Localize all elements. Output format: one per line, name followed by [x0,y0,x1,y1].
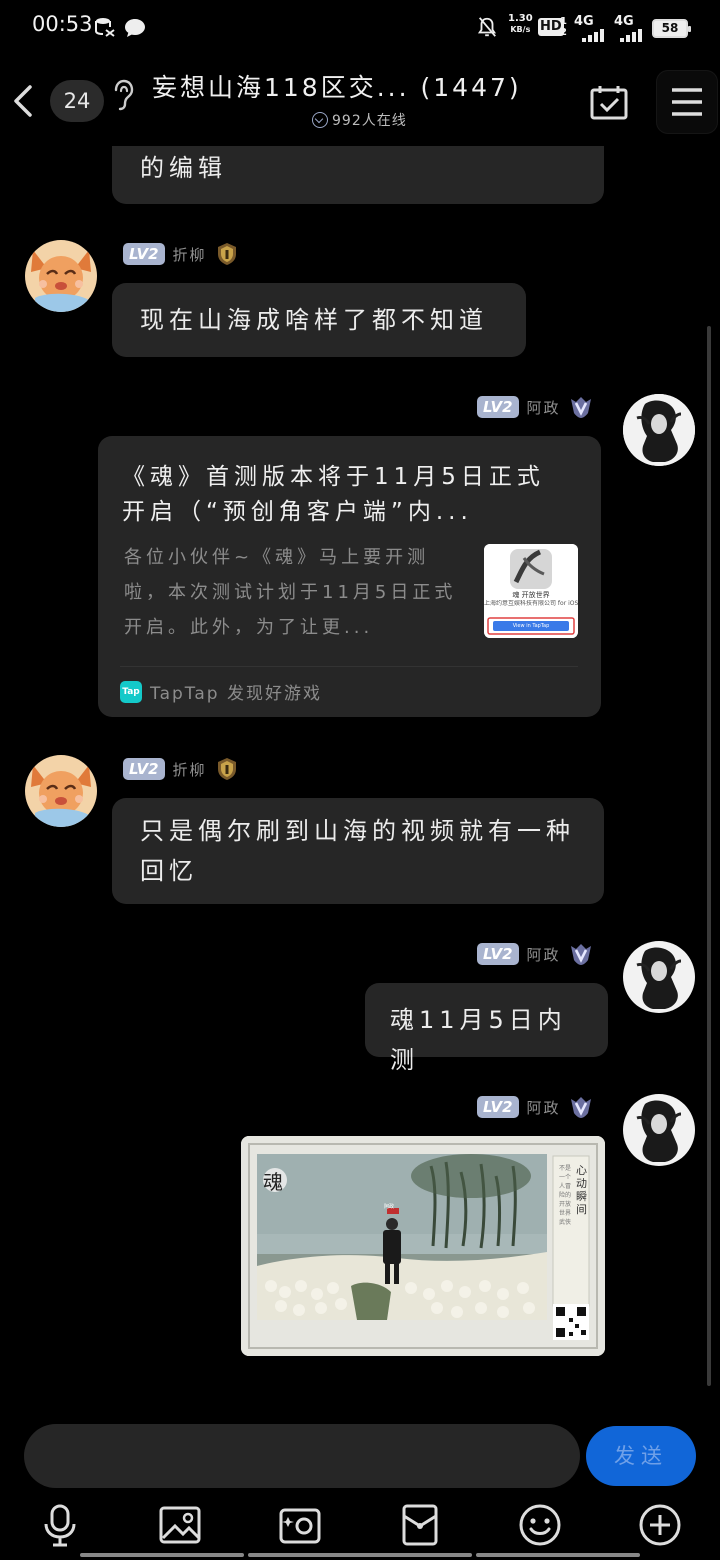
hamburger-icon [672,88,702,116]
message-bubble[interactable]: 的编辑 [112,146,604,204]
level-badge: LV2 [123,758,165,780]
link-card-description: 各位小伙伴~《魂》马上要开测啦，本次测试计划于11月5日正式开启。此外，为了让更… [124,547,457,638]
game-side-title: 心动瞬间 [576,1164,587,1216]
camera-icon[interactable] [277,1502,323,1548]
battery-indicator: 58 [652,19,691,38]
taptap-logo-icon: Tap [120,680,142,703]
image-message[interactable]: 魂 心动瞬间 不是一个人冒险的开放世界武侠 阿政 [241,1136,605,1356]
chat-bubble-icon [125,19,145,37]
chevron-down-icon[interactable] [312,112,328,128]
rank-v-badge-icon [570,1097,591,1118]
signal-1-icon [582,29,604,42]
sender-nickname[interactable]: 折柳 [173,759,207,780]
sender-nickname[interactable]: 折柳 [173,244,207,265]
online-count: 992人在线 [312,110,407,130]
nav-indicator [80,1553,244,1557]
avatar[interactable] [623,941,695,1013]
group-title: 妄想山海118区交... (1447) [152,73,522,102]
avatar[interactable] [623,1094,695,1166]
menu-button[interactable] [656,70,718,134]
link-card-source: Tap TapTap 发现好游戏 [120,679,322,704]
game-screenshot-image [241,1136,605,1356]
level-badge: LV2 [477,396,519,418]
rank-v-badge-icon [570,397,591,418]
link-card-title: 《魂》首测版本将于11月5日正式开启（“预创角客户端”内... [122,464,545,525]
level-badge: LV2 [477,1096,519,1118]
signal-2-icon [620,29,642,42]
avatar[interactable] [25,755,97,827]
red-packet-icon[interactable] [397,1502,443,1548]
image-icon[interactable] [157,1502,203,1548]
data-saver-icon [95,18,115,37]
level-badge: LV2 [123,243,165,265]
send-button[interactable]: 发送 [586,1426,696,1486]
network-speed: 1.30 KB/s [508,13,533,34]
sender-row: LV2 阿政 [477,941,593,967]
level-badge: LV2 [477,943,519,965]
rank-shield-icon [217,758,236,780]
sender-row: LV2 阿政 [477,1094,593,1120]
link-card-thumbnail: 魂 开放世界 上海约意互娱科技有限公司 for iOS View in TapT… [484,544,578,638]
link-card[interactable]: 《魂》首测版本将于11月5日正式开启（“预创角客户端”内... 各位小伙伴~《魂… [98,436,601,717]
sender-row: LV2 折柳 [123,241,239,267]
unread-badge[interactable]: 24 [50,80,104,122]
avatar-fox-image [25,755,97,827]
nav-indicator [248,1553,472,1557]
game-side-text: 不是一个人冒险的开放世界武侠 [559,1165,572,1226]
microphone-icon[interactable] [37,1502,83,1548]
view-in-taptap-button: View in TapTap [512,623,550,629]
rank-shield-icon [217,243,236,265]
message-input[interactable] [24,1424,580,1488]
avatar[interactable] [25,240,97,312]
status-time: 00:53 [32,12,93,36]
plus-icon[interactable] [637,1502,683,1548]
message-bubble[interactable]: 只是偶尔刷到山海的视频就有一种回忆 [112,798,604,904]
divider [120,666,578,667]
rank-v-badge-icon [570,944,591,965]
message-bubble[interactable]: 魂11月5日内测 [365,983,608,1074]
message-list[interactable]: 的编辑 LV2 折柳 现在山海成啥样了都不知道 LV2 阿政 《魂》首测版本将于… [0,146,720,1400]
game-logo: 魂 [263,1170,283,1194]
earpiece-icon[interactable] [110,78,136,112]
sender-nickname[interactable]: 阿政 [527,397,561,418]
calendar-check-icon[interactable] [590,84,628,120]
avatar-fox-image [25,240,97,312]
sender-row: LV2 阿政 [477,394,593,420]
scrollbar[interactable] [707,326,711,1386]
avatar-ink-figure-image [623,1094,695,1166]
sender-nickname[interactable]: 阿政 [527,1097,561,1118]
status-bar: 00:53 1.30 KB/s HD 1 2 4G 4G 58 [0,0,720,56]
avatar[interactable] [623,394,695,466]
sender-nickname[interactable]: 阿政 [527,944,561,965]
avatar-ink-figure-image [623,394,695,466]
sender-row: LV2 折柳 [123,756,239,782]
back-icon[interactable] [8,78,38,124]
input-toolbar [0,1498,720,1550]
mute-bell-icon [477,17,497,37]
chat-header: 24 妄想山海118区交... (1447) 992人在线 [0,56,720,146]
emoji-icon[interactable] [517,1502,563,1548]
avatar-ink-figure-image [623,941,695,1013]
nav-indicator [476,1553,640,1557]
message-bubble[interactable]: 现在山海成啥样了都不知道 [112,283,526,357]
